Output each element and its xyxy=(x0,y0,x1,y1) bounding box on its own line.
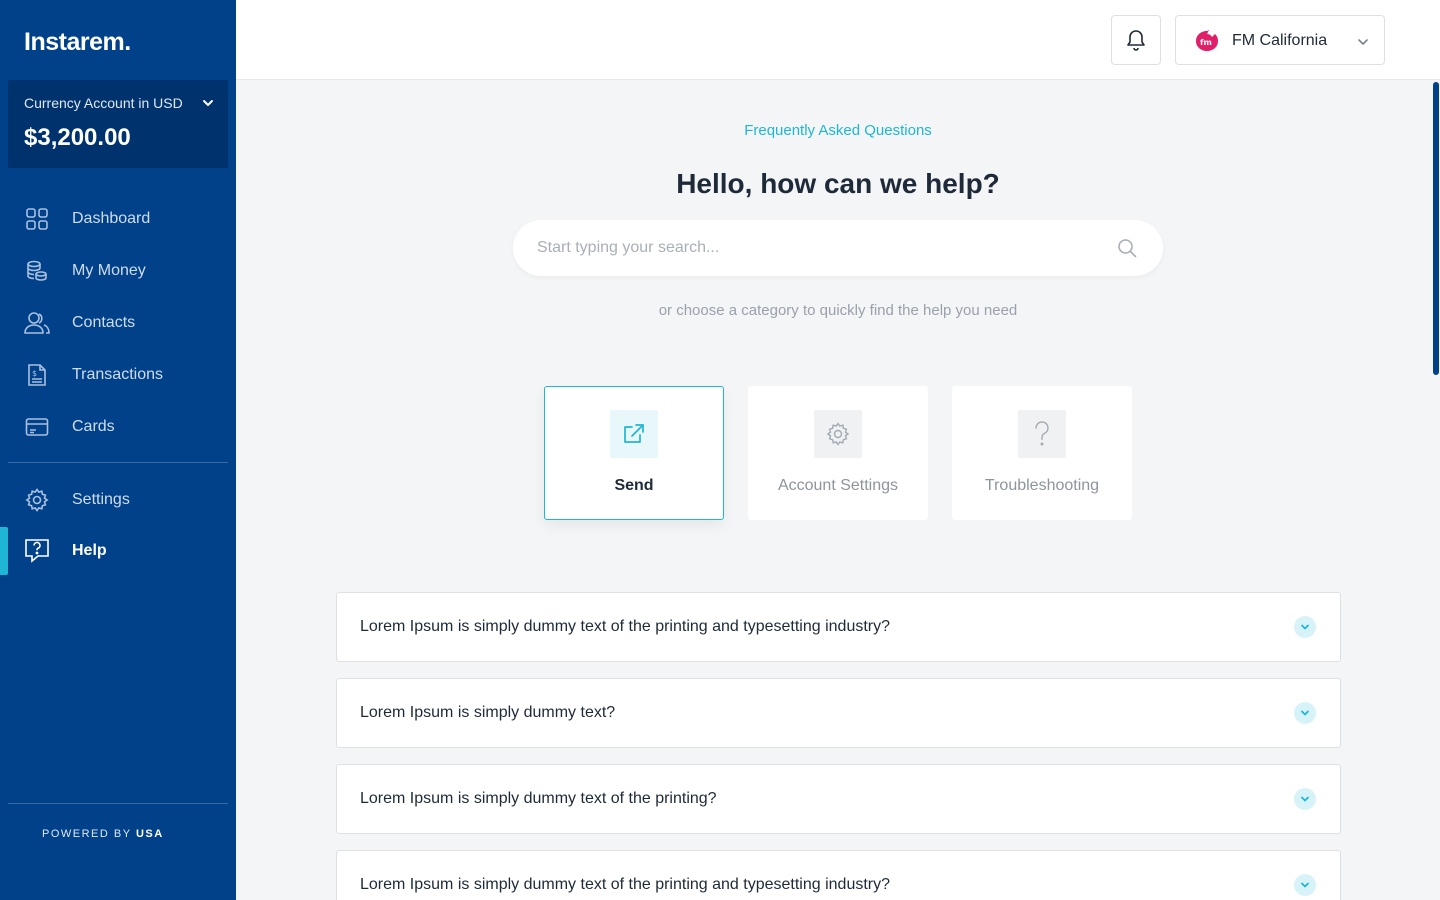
sidebar-item-cards[interactable]: Cards xyxy=(0,403,236,451)
notifications-button[interactable] xyxy=(1111,15,1161,65)
sidebar-item-label: Contacts xyxy=(72,314,136,331)
category-icon-box xyxy=(814,410,862,458)
sidebar-item-label: Dashboard xyxy=(72,210,151,227)
category-card-send[interactable]: Send xyxy=(544,386,724,520)
search-icon[interactable] xyxy=(1117,238,1137,258)
company-switcher[interactable]: fm FM California xyxy=(1175,15,1385,65)
external-link-icon xyxy=(624,424,644,443)
chevron-down-icon xyxy=(1301,624,1309,630)
chevron-down-icon xyxy=(203,100,213,106)
sidebar-item-label: My Money xyxy=(72,262,146,279)
faq-item[interactable]: Lorem Ipsum is simply dummy text of the … xyxy=(336,764,1341,834)
top-bar: fm FM California xyxy=(236,0,1440,80)
sidebar-item-label: Cards xyxy=(72,418,115,435)
gear-icon xyxy=(24,487,50,513)
category-label: Troubleshooting xyxy=(984,477,1100,494)
powered-by-text: POWERED BY USA xyxy=(42,828,164,840)
chevron-down-icon xyxy=(1301,882,1309,888)
sidebar-item-settings[interactable]: Settings xyxy=(0,476,236,524)
expand-toggle[interactable] xyxy=(1294,616,1316,638)
sidebar-item-label: Settings xyxy=(72,491,130,508)
currency-account-selector[interactable]: Currency Account in USD $3,200.00 xyxy=(8,80,228,168)
help-chat-icon xyxy=(24,538,50,564)
svg-text:$: $ xyxy=(32,369,37,378)
faq-eyebrow: Frequently Asked Questions xyxy=(744,122,932,139)
expand-toggle[interactable] xyxy=(1294,788,1316,810)
sidebar: Instarem. Currency Account in USD $3,200… xyxy=(0,0,236,900)
powered-by-prefix: POWERED BY xyxy=(42,828,132,840)
help-search xyxy=(513,220,1163,276)
question-mark-icon xyxy=(1035,421,1049,446)
sidebar-item-help[interactable]: Help xyxy=(0,527,236,575)
company-name: FM California xyxy=(1232,32,1328,49)
expand-toggle[interactable] xyxy=(1294,874,1316,896)
sidebar-item-label: Transactions xyxy=(72,366,163,383)
scrollbar-thumb[interactable] xyxy=(1433,82,1439,375)
sidebar-item-my-money[interactable]: My Money xyxy=(0,247,236,295)
receipt-icon: $ xyxy=(24,362,50,388)
faq-question: Lorem Ipsum is simply dummy text of the … xyxy=(360,790,717,807)
currency-account-label: Currency Account in USD xyxy=(24,95,183,111)
category-card-account-settings[interactable]: Account Settings xyxy=(748,386,928,520)
sidebar-item-contacts[interactable]: Contacts xyxy=(0,299,236,347)
sidebar-footer-divider xyxy=(8,803,228,804)
sidebar-item-transactions[interactable]: $ Transactions xyxy=(0,351,236,399)
sidebar-item-dashboard[interactable]: Dashboard xyxy=(0,195,236,243)
gear-icon xyxy=(826,422,850,446)
category-icon-box xyxy=(1018,410,1066,458)
account-balance: $3,200.00 xyxy=(24,124,131,151)
sidebar-item-label: Help xyxy=(72,542,107,559)
powered-by-brand: USA xyxy=(135,828,164,840)
category-label: Send xyxy=(614,477,654,494)
faq-question: Lorem Ipsum is simply dummy text of the … xyxy=(360,618,891,635)
active-indicator xyxy=(0,527,8,575)
brand-logo[interactable]: Instarem. xyxy=(24,28,131,57)
users-icon xyxy=(24,310,50,336)
faq-item[interactable]: Lorem Ipsum is simply dummy text of the … xyxy=(336,850,1341,900)
chevron-down-icon xyxy=(1301,796,1309,802)
page-title: Hello, how can we help? xyxy=(676,168,1000,199)
category-helper-text: or choose a category to quickly find the… xyxy=(658,302,1018,319)
bell-icon xyxy=(1127,30,1145,51)
category-label: Account Settings xyxy=(777,477,899,494)
dashboard-grid-icon xyxy=(24,206,50,232)
svg-text:fm: fm xyxy=(1200,38,1212,47)
sidebar-divider xyxy=(8,462,228,463)
credit-card-icon xyxy=(24,414,50,440)
category-icon-box xyxy=(610,410,658,458)
faq-question: Lorem Ipsum is simply dummy text of the … xyxy=(360,876,891,893)
chevron-down-icon xyxy=(1358,39,1368,45)
coins-stack-icon xyxy=(24,258,50,284)
faq-question: Lorem Ipsum is simply dummy text? xyxy=(360,704,616,721)
expand-toggle[interactable] xyxy=(1294,702,1316,724)
category-card-troubleshooting[interactable]: Troubleshooting xyxy=(952,386,1132,520)
search-input[interactable] xyxy=(537,220,1097,276)
faq-item[interactable]: Lorem Ipsum is simply dummy text? xyxy=(336,678,1341,748)
chevron-down-icon xyxy=(1301,710,1309,716)
faq-item[interactable]: Lorem Ipsum is simply dummy text of the … xyxy=(336,592,1341,662)
company-logo-icon: fm xyxy=(1196,30,1218,51)
